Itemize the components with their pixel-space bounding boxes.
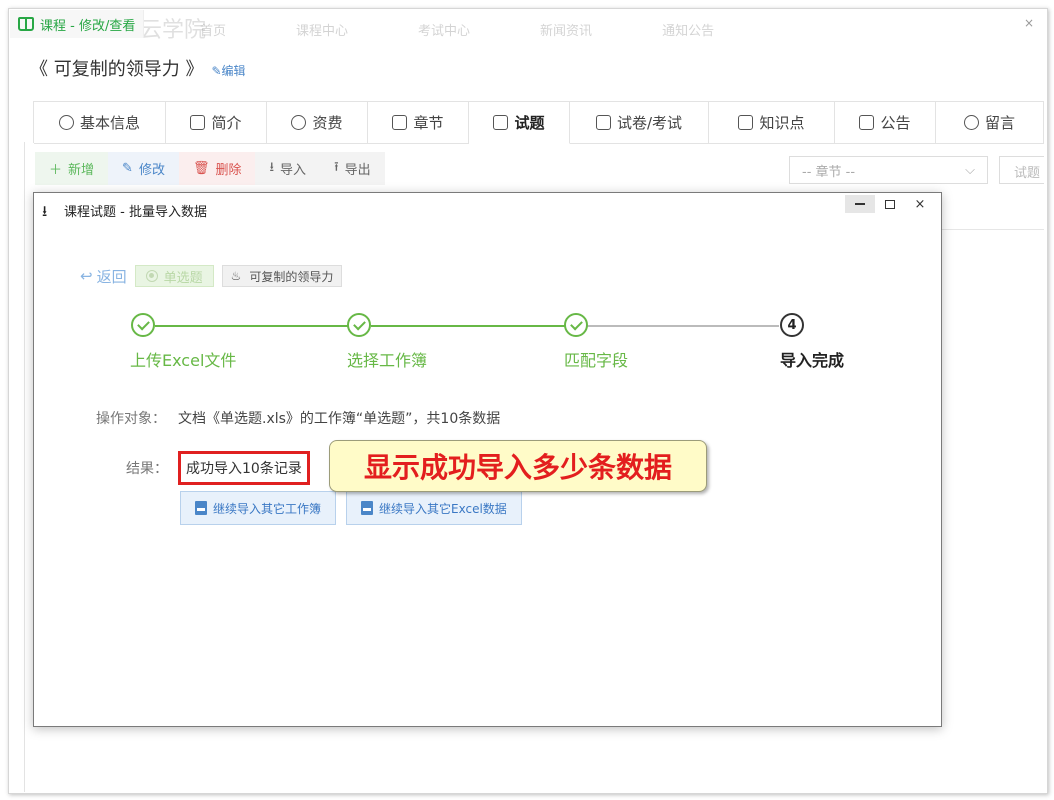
excel-file-icon [361, 501, 374, 515]
edit-link[interactable]: ✎编辑 [211, 62, 245, 79]
export-button[interactable]: ⭱ 导出 [320, 152, 385, 185]
money-bag-icon [291, 115, 307, 130]
nav-item[interactable]: 考试中心 [418, 20, 470, 39]
import-icon: ⭳ [269, 159, 275, 175]
delete-button[interactable]: 🗑 删除 [178, 152, 256, 185]
book-icon [18, 17, 34, 31]
tab-notice[interactable]: 公告 [835, 102, 936, 144]
dialog-nav-row: ↩ 返回 单选题 ♨ 可复制的领导力 [80, 265, 343, 287]
tab-basic-info[interactable]: 基本信息 [34, 102, 166, 144]
note-icon [738, 115, 754, 130]
action-buttons: 继续导入其它工作簿 继续导入其它Excel数据 [180, 491, 522, 525]
top-nav-faded: 首页 课程中心 考试中心 新闻资讯 通知公告 [200, 10, 1046, 48]
tab-messages[interactable]: 留言 [936, 102, 1044, 144]
step-connector [155, 325, 361, 327]
step-connector [587, 325, 779, 327]
course-title: 《 可复制的领导力 》 [30, 59, 204, 80]
operation-label: 操作对象： [96, 411, 166, 427]
step-3-label: 匹配字段 [564, 351, 629, 370]
message-icon [963, 115, 979, 130]
step-1-label: 上传Excel文件 [130, 351, 237, 370]
paper-icon [595, 115, 611, 130]
maximize-button[interactable] [875, 195, 905, 213]
modify-button[interactable]: ✎ 修改 [108, 152, 179, 185]
annotation-callout: 显示成功导入多少条数据 [329, 440, 707, 492]
window-controls: × [845, 195, 935, 213]
import-dialog: 课程试题 - 批量导入数据 × ↩ 返回 单选题 ♨ 可复制的领导力 4 上传E… [33, 192, 942, 727]
tab-intro[interactable]: 简介 [166, 102, 267, 144]
nav-item[interactable]: 通知公告 [662, 20, 714, 39]
export-icon: ⭱ [334, 159, 339, 175]
chapter-select[interactable]: -- 章节 -- ⌵ [789, 156, 988, 184]
list-icon [493, 115, 509, 130]
import-button[interactable]: ⭳ 导入 [255, 152, 321, 185]
close-icon[interactable]: × [1024, 16, 1038, 30]
dialog-title: 课程试题 - 批量导入数据 [42, 201, 207, 226]
tab-knowledge[interactable]: 知识点 [709, 102, 835, 144]
step-3-check-icon [564, 313, 588, 337]
continue-import-excel-button[interactable]: 继续导入其它Excel数据 [346, 491, 522, 525]
doc-edit-icon [190, 115, 206, 130]
import-steps: 4 上传Excel文件 选择工作簿 匹配字段 导入完成 [34, 313, 943, 373]
minimize-button[interactable] [845, 195, 875, 213]
notice-icon [859, 115, 875, 130]
toolbar: ＋新增 ✎ 修改 🗑 删除 ⭳ 导入 ⭱ 导出 [35, 152, 385, 185]
operation-value: 文档《单选题.xls》的工作簿“单选题”，共10条数据 [178, 411, 501, 427]
gear-icon [58, 115, 74, 130]
back-button[interactable]: ↩ 返回 [80, 266, 127, 287]
chapter-icon [392, 115, 408, 130]
continue-import-sheet-button[interactable]: 继续导入其它工作簿 [180, 491, 337, 525]
search-input[interactable]: 试题 [999, 156, 1044, 184]
tab-questions[interactable]: 试题 [469, 102, 570, 144]
nav-item[interactable]: 课程中心 [296, 20, 348, 39]
result-label: 结果： [126, 461, 168, 477]
tab-papers-exams[interactable]: 试卷/考试 [570, 102, 709, 144]
result-row: 结果： 成功导入10条记录 [126, 451, 310, 485]
tab-fees[interactable]: 资费 [267, 102, 368, 144]
nav-item[interactable]: 新闻资讯 [540, 20, 592, 39]
step-2-check-icon [347, 313, 371, 337]
step-1-check-icon [131, 313, 155, 337]
nav-item[interactable]: 首页 [200, 20, 226, 39]
excel-file-icon [195, 501, 207, 515]
course-tag: ♨ 可复制的领导力 [221, 265, 343, 287]
course-icon: ♨ [230, 269, 242, 283]
brand-logo-faded: 云学院 [140, 18, 207, 43]
question-type-tag: 单选题 [134, 265, 214, 287]
step-4-label: 导入完成 [780, 351, 845, 370]
divider [940, 229, 1044, 230]
plus-icon: ＋ [49, 163, 63, 178]
operation-target-row: 操作对象： 文档《单选题.xls》的工作簿“单选题”，共10条数据 [96, 408, 500, 428]
back-arrow-icon: ↩ [80, 267, 93, 285]
add-button[interactable]: ＋新增 [35, 152, 109, 185]
tab-bar: 基本信息 简介 资费 章节 试题 试卷/考试 知识点 公告 留言 [33, 101, 1044, 144]
download-icon [42, 201, 56, 226]
result-value: 成功导入10条记录 [178, 451, 310, 485]
step-connector [371, 325, 577, 327]
step-4-number: 4 [780, 313, 804, 337]
page-title: 《 可复制的领导力 》 ✎编辑 [30, 55, 246, 81]
step-2-label: 选择工作簿 [347, 351, 428, 370]
pencil-icon: ✎ [122, 161, 133, 176]
page-tab[interactable]: 课程 - 修改/查看 [10, 10, 145, 38]
close-button[interactable]: × [905, 195, 935, 213]
tab-chapters[interactable]: 章节 [368, 102, 469, 144]
chevron-down-icon: ⌵ [965, 162, 975, 178]
page-tab-label: 课程 - 修改/查看 [40, 18, 136, 34]
trash-icon: 🗑 [192, 161, 210, 176]
radio-icon [145, 270, 158, 282]
